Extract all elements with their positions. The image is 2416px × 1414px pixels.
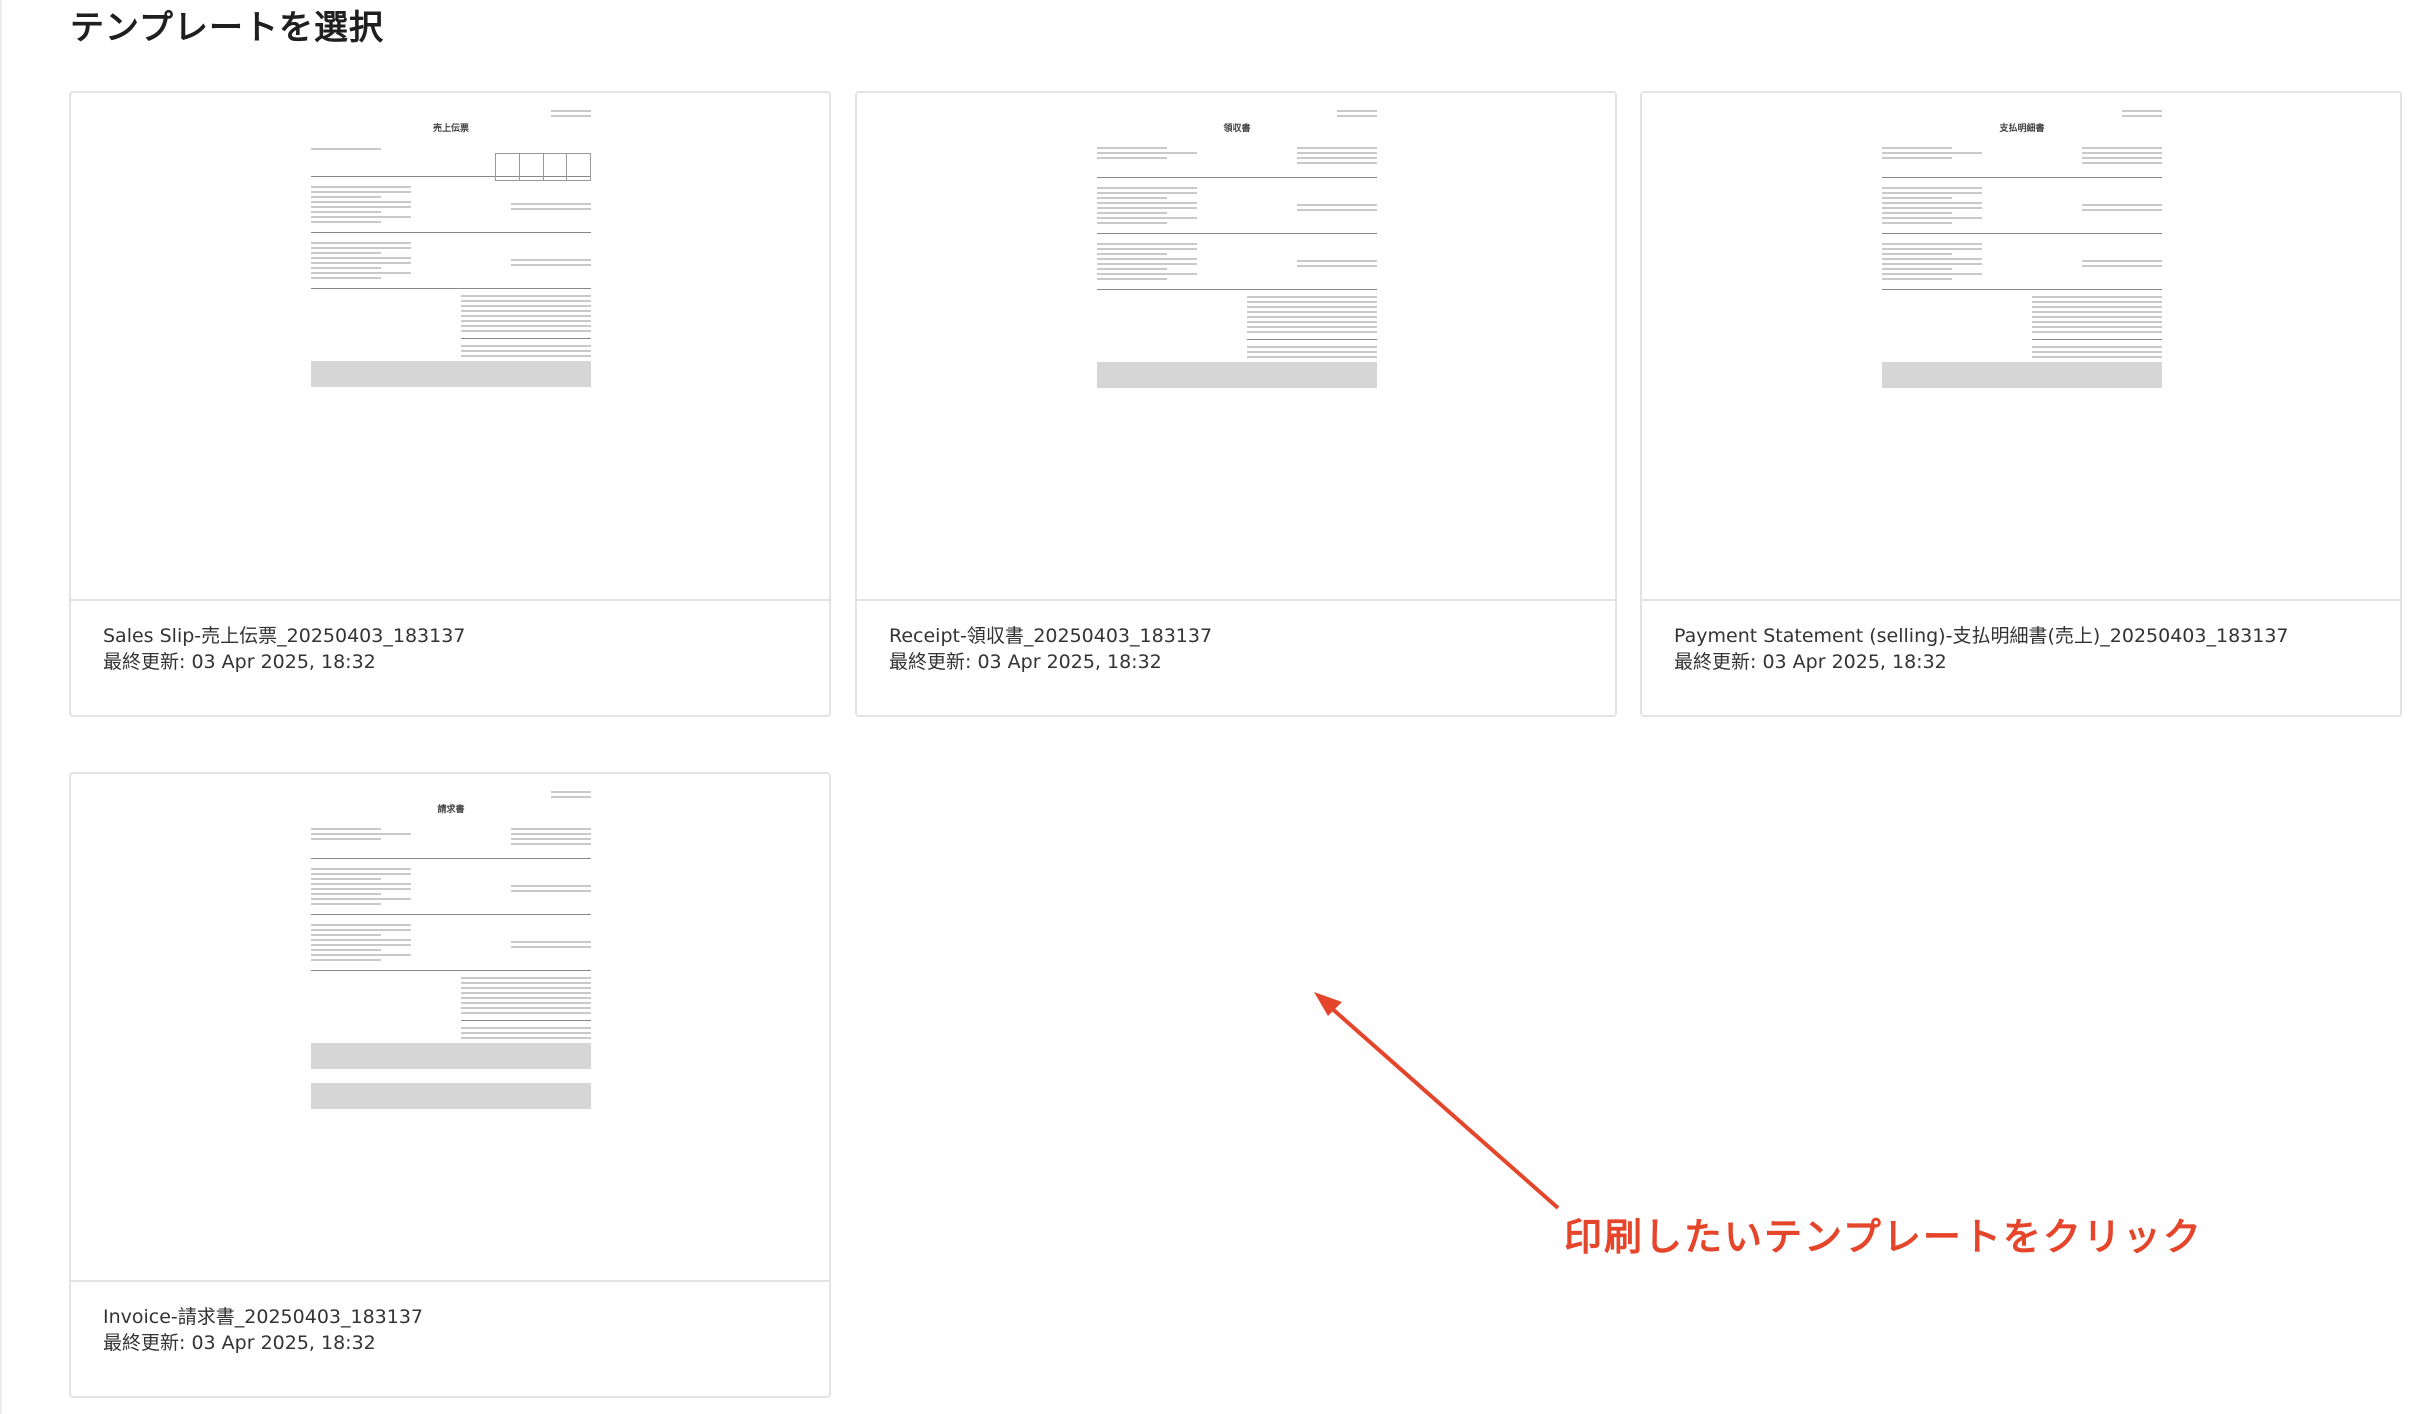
template-preview-thumbnail: 領収書 — [857, 93, 1615, 601]
template-name: Sales Slip-売上伝票_20250403_183137 — [103, 625, 466, 647]
template-preview-thumbnail: 支払明細書 — [1642, 93, 2400, 601]
thumbnail-doc-title: 売上伝票 — [432, 124, 469, 134]
thumbnail-doc-title: 支払明細書 — [1999, 124, 2045, 134]
template-updated: 最終更新: 03 Apr 2025, 18:32 — [1674, 651, 1947, 673]
template-card-invoice[interactable]: 請求書 Invoice-請求書_20250403_183137 最終更新: 03… — [69, 772, 831, 1398]
template-updated: 最終更新: 03 Apr 2025, 18:32 — [103, 651, 376, 673]
document-thumbnail: 売上伝票 — [311, 107, 591, 387]
document-thumbnail: 領収書 — [1097, 107, 1377, 388]
template-name: Payment Statement (selling)-支払明細書(売上)_20… — [1674, 625, 2289, 647]
template-card-payment-statement[interactable]: 支払明細書 Payment Statement (selling)-支払明細書(… — [1640, 91, 2402, 717]
template-updated: 最終更新: 03 Apr 2025, 18:32 — [889, 651, 1162, 673]
template-card-sales-slip[interactable]: 売上伝票 Sales Slip-売上伝票_20250403_183137 最終更… — [69, 91, 831, 717]
template-preview-thumbnail: 請求書 — [71, 774, 829, 1282]
template-card-receipt[interactable]: 領収書 Receipt-領収書_20250403_183137 最終更新: 03… — [855, 91, 1617, 717]
template-updated: 最終更新: 03 Apr 2025, 18:32 — [103, 1332, 376, 1354]
template-select-page: テンプレートを選択 売上伝票 Sales Slip-売上伝票_20250403_… — [0, 0, 2416, 1414]
annotation-text: 印刷したいテンプレートをクリック — [1564, 1215, 2203, 1259]
template-name: Receipt-領収書_20250403_183137 — [889, 625, 1213, 647]
document-thumbnail: 請求書 — [311, 788, 591, 1109]
template-name: Invoice-請求書_20250403_183137 — [103, 1306, 424, 1328]
document-thumbnail: 支払明細書 — [1882, 107, 2162, 388]
page-title: テンプレートを選択 — [70, 8, 384, 48]
thumbnail-doc-title: 請求書 — [437, 805, 465, 815]
template-preview-thumbnail: 売上伝票 — [71, 93, 829, 601]
thumbnail-doc-title: 領収書 — [1223, 124, 1251, 134]
